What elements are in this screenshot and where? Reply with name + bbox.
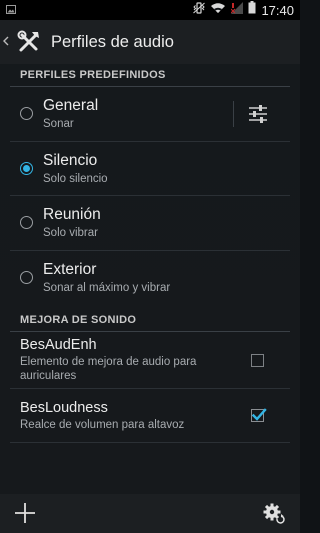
row-text: Reunión Solo vibrar [43,206,101,239]
plus-icon[interactable] [14,502,36,524]
profile-subtitle: Solo silencio [43,172,108,185]
status-time: 17:40 [261,2,294,18]
no-signal-icon [231,1,244,19]
action-bar: Perfiles de audio [0,20,300,64]
profile-subtitle: Sonar [43,118,74,131]
back-chevron-icon[interactable] [3,34,12,50]
page-title: Perfiles de audio [51,32,174,51]
status-right: 17:40 [193,1,294,19]
wifi-icon [210,1,226,19]
profile-subtitle: Sonar al máximo y vibrar [43,282,171,295]
radio-button-selected[interactable] [20,161,33,175]
divider [233,101,234,127]
status-left [6,1,16,19]
option-title: BesAudEnh [20,337,97,353]
row-text: BesLoudness Realce de volumen para altav… [20,400,220,432]
row-text: Exterior Sonar al máximo y vibrar [43,261,170,294]
image-notification-icon [6,1,16,19]
checkbox-unchecked[interactable] [251,353,264,367]
checkbox-checked[interactable] [251,408,267,422]
profile-subtitle: Solo vibrar [43,227,98,240]
battery-icon [248,1,256,19]
tools-icon[interactable] [14,27,44,57]
gear-reset-icon[interactable] [262,502,286,526]
profile-row-general[interactable]: General Sonar [10,87,290,142]
settings-list: PERFILES PREDEFINIDOS General Sonar Sile… [0,64,300,494]
option-subtitle: Realce de volumen para altavoz [20,418,185,431]
row-text: Silencio Solo silencio [43,152,108,185]
bottom-action-bar [0,494,300,533]
profile-row-exterior[interactable]: Exterior Sonar al máximo y vibrar [10,251,290,306]
checkmark-icon [251,408,267,421]
profile-title: Exterior [43,261,97,279]
profile-title: Silencio [43,151,98,169]
equalizer-settings-icon[interactable] [246,102,270,126]
row-text: General Sonar [43,97,98,130]
option-subtitle: Elemento de mejora de audio para auricul… [20,356,197,382]
radio-button[interactable] [20,107,33,121]
profile-title: General [43,97,99,115]
section-header-predefined: PERFILES PREDEFINIDOS [10,64,290,87]
option-row-besaudenh[interactable]: BesAudEnh Elemento de mejora de audio pa… [10,332,290,389]
vibrate-icon [193,1,206,19]
profile-row-silencio[interactable]: Silencio Solo silencio [10,142,290,196]
radio-button[interactable] [20,271,33,285]
radio-button[interactable] [20,216,33,230]
row-text: BesAudEnh Elemento de mejora de audio pa… [20,337,220,383]
profile-title: Reunión [43,206,101,224]
option-row-besloudness[interactable]: BesLoudness Realce de volumen para altav… [10,389,290,443]
option-title: BesLoudness [20,399,108,416]
profile-row-reunion[interactable]: Reunión Solo vibrar [10,196,290,251]
status-bar: 17:40 [0,0,300,20]
section-header-enhancement: MEJORA DE SONIDO [10,309,290,332]
